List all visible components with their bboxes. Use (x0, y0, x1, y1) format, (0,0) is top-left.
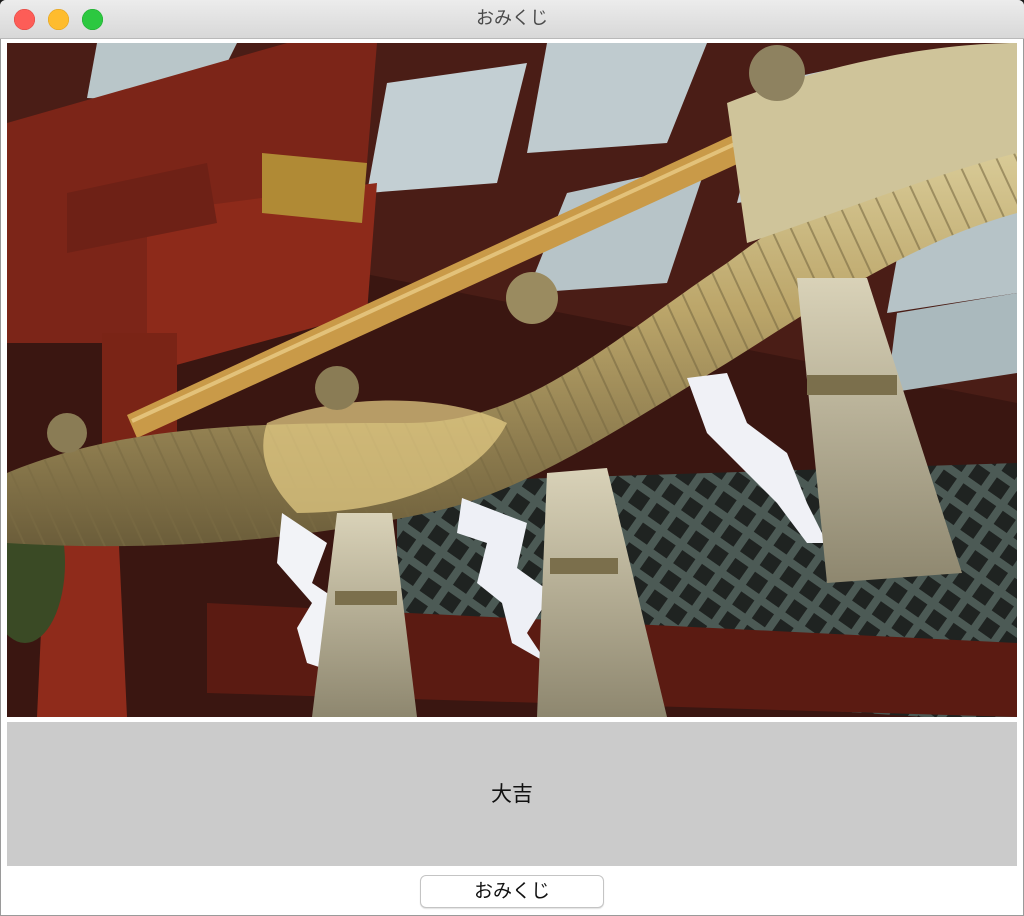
fortune-result-panel: 大吉 (7, 722, 1017, 866)
app-window: おみくじ 大吉 おみくじ (0, 0, 1024, 916)
shrine-rope-photo (7, 43, 1017, 717)
draw-omikuji-button[interactable]: おみくじ (420, 875, 604, 908)
fortune-result-label: 大吉 (491, 782, 533, 806)
window-title: おみくじ (476, 8, 548, 29)
title-bar: おみくじ (0, 0, 1024, 39)
